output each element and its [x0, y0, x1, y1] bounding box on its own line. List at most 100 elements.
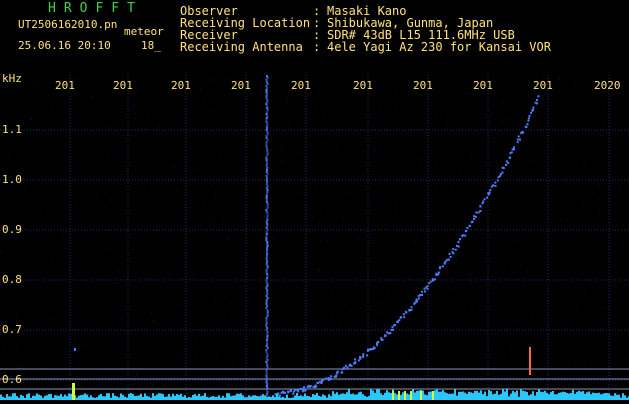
noise-speck — [491, 114, 492, 115]
vertical-stripe-segment — [266, 225, 268, 227]
noise-speck — [286, 100, 287, 101]
noise-speck — [91, 141, 92, 142]
meteor-trace-point — [455, 249, 457, 251]
noise-speck — [501, 120, 502, 121]
noise-speck — [468, 88, 469, 89]
noise-speck — [471, 154, 472, 155]
noise-speck — [327, 241, 328, 242]
noise-speck — [276, 187, 277, 188]
noise-speck — [168, 177, 169, 178]
noise-speck — [517, 262, 518, 263]
baseline-bar — [456, 396, 458, 400]
y-tick-label: 0.9 — [2, 224, 22, 235]
baseline-bar — [530, 394, 532, 400]
vertical-stripe-segment — [267, 391, 269, 393]
noise-speck — [360, 258, 361, 259]
baseline-bar — [428, 392, 430, 400]
noise-speck — [409, 185, 410, 186]
vertical-stripe-segment — [266, 299, 268, 301]
noise-speck — [416, 93, 417, 94]
baseline-bar — [152, 393, 154, 400]
noise-speck — [589, 316, 590, 317]
noise-speck — [581, 273, 582, 274]
meteor-trace-point — [341, 372, 343, 374]
noise-speck — [22, 300, 23, 301]
baseline-bar — [460, 392, 462, 400]
noise-speck — [250, 288, 251, 289]
noise-speck — [324, 114, 325, 115]
noise-speck — [136, 374, 137, 375]
noise-speck — [428, 377, 429, 378]
noise-speck — [153, 151, 154, 152]
baseline-bar — [218, 395, 220, 400]
noise-speck — [247, 185, 248, 186]
baseline-bar — [286, 395, 288, 400]
noise-speck — [590, 138, 591, 139]
vertical-stripe-segment — [267, 205, 269, 207]
noise-speck — [62, 237, 63, 238]
noise-speck — [53, 309, 54, 310]
noise-speck — [302, 393, 303, 394]
noise-speck — [220, 395, 221, 396]
baseline-bar — [0, 395, 2, 401]
noise-speck — [196, 357, 197, 358]
x-tick-label: 201 — [413, 80, 433, 91]
meteor-trace-point — [376, 344, 378, 346]
baseline-bar — [520, 389, 522, 400]
baseline-bar — [390, 393, 392, 400]
y-tick-label: 1.0 — [2, 174, 22, 185]
noise-speck — [143, 108, 144, 109]
noise-speck — [454, 310, 455, 311]
noise-speck — [539, 162, 540, 163]
noise-speck — [279, 207, 280, 208]
noise-speck — [66, 121, 67, 122]
noise-speck — [237, 211, 238, 212]
noise-speck — [195, 322, 196, 323]
vertical-stripe-segment — [265, 319, 267, 321]
baseline-bar — [46, 395, 48, 400]
vertical-stripe-segment — [267, 109, 269, 111]
noise-speck — [224, 318, 225, 319]
noise-speck — [192, 265, 193, 266]
noise-speck — [356, 284, 357, 285]
baseline-bar — [180, 394, 182, 400]
noise-speck — [611, 266, 612, 267]
noise-speck — [254, 374, 255, 375]
baseline-bar — [442, 390, 444, 400]
noise-speck — [39, 146, 40, 147]
vertical-stripe-segment — [266, 241, 268, 243]
noise-speck — [453, 204, 454, 205]
baseline-bar — [358, 392, 360, 400]
baseline-bar — [172, 394, 174, 400]
noise-speck — [570, 289, 571, 290]
noise-speck — [575, 366, 576, 367]
meteor-trace-point — [310, 385, 312, 387]
noise-speck — [29, 133, 30, 134]
meteor-trace-point — [389, 332, 391, 334]
noise-speck — [112, 320, 113, 321]
noise-speck — [107, 154, 108, 155]
meteor-trace-point — [528, 117, 530, 119]
noise-speck — [202, 213, 203, 214]
vertical-stripe-segment — [267, 367, 269, 369]
noise-speck — [442, 77, 443, 78]
noise-speck — [560, 151, 561, 152]
vertical-stripe-segment — [267, 347, 269, 349]
noise-speck — [517, 264, 518, 265]
noise-speck — [394, 78, 395, 79]
meteor-trace-point — [384, 335, 386, 337]
noise-speck — [407, 192, 408, 193]
noise-speck — [470, 273, 471, 274]
noise-speck — [338, 361, 339, 362]
vertical-stripe-segment — [267, 153, 269, 155]
baseline-bar — [542, 392, 544, 400]
noise-speck — [180, 277, 181, 278]
meteor-trace-point — [419, 294, 421, 296]
noise-speck — [271, 149, 272, 150]
noise-speck — [130, 136, 131, 137]
noise-speck — [557, 281, 558, 282]
noise-speck — [575, 274, 576, 275]
noise-speck — [626, 90, 627, 91]
vertical-stripe-segment — [266, 105, 268, 107]
noise-speck — [379, 111, 380, 112]
